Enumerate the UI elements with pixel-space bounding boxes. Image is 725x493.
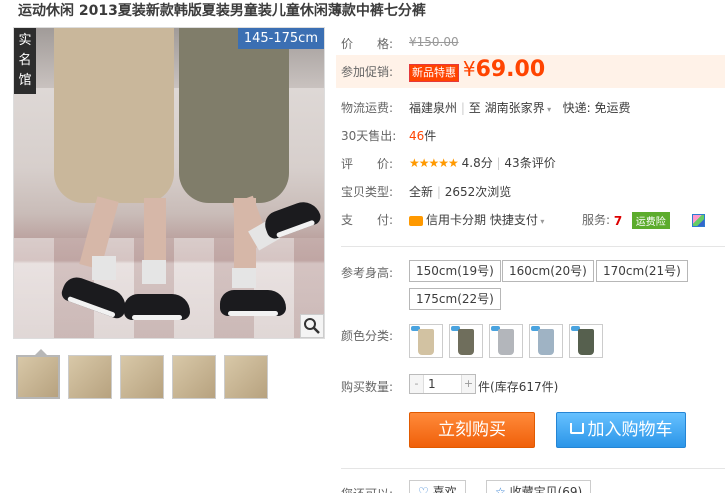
sock (232, 268, 256, 288)
khaki-shorts (54, 28, 174, 203)
quantity-increase-button[interactable]: + (461, 375, 475, 393)
rating-info: ★★★★★ 4.8分 | 43条评价 (409, 156, 556, 170)
quick-pay-link[interactable]: 快捷支付 (490, 213, 538, 227)
sales-count: 46 (409, 129, 425, 143)
stock-info: 件(库存617件) (478, 378, 558, 395)
shipping-fee: 快递: 免运费 (562, 101, 631, 115)
price-label: 价 格: (341, 37, 394, 51)
color-swatch (538, 329, 554, 355)
size-option[interactable]: 160cm(20号) (502, 260, 594, 282)
section-divider (341, 246, 725, 247)
thumbnail[interactable] (120, 355, 164, 399)
thumbnail[interactable] (16, 355, 60, 399)
ship-to-prefix: 至 (468, 101, 481, 115)
item-type-label: 宝贝类型: (341, 185, 394, 199)
sneaker (124, 294, 190, 320)
color-swatch (498, 329, 514, 355)
shipping-label: 物流运费: (341, 101, 394, 115)
add-to-cart-button[interactable]: 加入购物车 (556, 412, 686, 448)
brand-tag: 实名馆 (14, 28, 36, 94)
item-condition: 全新 (409, 185, 434, 199)
shipping-info: 福建泉州 | 至 湖南张家界 ▾ 快递: 免运费 (409, 99, 630, 116)
quantity-stepper: - + (409, 374, 476, 394)
heart-icon: ♡ (418, 485, 433, 493)
buy-now-label: 立刻购买 (438, 420, 506, 440)
service-label: 服务: (582, 213, 611, 227)
quantity-label: 购买数量: (341, 380, 394, 394)
color-label: 颜色分类: (341, 329, 394, 343)
currency-symbol: ¥ (462, 57, 476, 81)
olive-shorts (179, 28, 289, 203)
main-product-image[interactable]: 实名馆 145-175cm (13, 27, 325, 339)
payment-info: 信用卡分期 快捷支付 ▾ (409, 211, 544, 228)
sock (142, 260, 166, 284)
sneaker (261, 197, 323, 241)
section-divider (341, 468, 725, 469)
payment-label: 支 付: (341, 213, 394, 227)
color-swatch (578, 329, 594, 355)
rating-label: 评 价: (341, 157, 394, 171)
promo-badge: 新品特惠 (409, 64, 459, 82)
star-rating-icon: ★★★★★ (409, 156, 459, 170)
promo-price-group: 新品特惠 ¥69.00 (409, 57, 545, 82)
sales-unit: 件 (424, 129, 437, 143)
ship-separator: | (460, 101, 465, 115)
quantity-input[interactable] (425, 375, 462, 393)
promo-label: 参加促销: (341, 65, 394, 79)
share-label: 您还可以: (341, 485, 393, 493)
review-count-link[interactable]: 43条评价 (504, 156, 555, 170)
sales-label: 30天售出: (341, 129, 397, 143)
size-range-tag: 145-175cm (237, 28, 324, 49)
product-title: 运动休闲 2013夏装新款韩版夏装男童装儿童休闲薄款中裤七分裤 (18, 3, 426, 19)
size-option[interactable]: 175cm(22号) (409, 288, 501, 310)
sales-info: 46件 (409, 127, 436, 144)
service-badge-icon[interactable] (691, 214, 705, 227)
color-option[interactable] (489, 324, 523, 358)
favorite-label: 喜欢 (432, 485, 457, 493)
favorite-button[interactable]: ♡ 喜欢 (409, 480, 466, 493)
ship-from: 福建泉州 (409, 101, 458, 115)
credit-card-icon (409, 215, 423, 226)
thumbnail[interactable] (224, 355, 268, 399)
cart-icon (569, 423, 584, 434)
color-swatch (458, 329, 474, 355)
size-option[interactable]: 150cm(19号) (409, 260, 501, 282)
ship-to-select[interactable]: 湖南张家界 ▾ (485, 101, 552, 115)
add-to-cart-label: 加入购物车 (587, 420, 673, 440)
background-floor (14, 238, 324, 338)
shipping-insurance-badge[interactable]: 运费险 (631, 212, 670, 229)
thumbnail[interactable] (68, 355, 112, 399)
thumbnail[interactable] (172, 355, 216, 399)
chevron-down-icon[interactable]: ▾ (538, 217, 544, 226)
color-option[interactable] (409, 324, 443, 358)
magnifier-icon[interactable] (300, 314, 324, 338)
size-option[interactable]: 170cm(21号) (596, 260, 688, 282)
color-option[interactable] (529, 324, 563, 358)
original-price: ¥150.00 (409, 35, 459, 49)
color-option[interactable] (569, 324, 603, 358)
installment-link[interactable]: 信用卡分期 (426, 213, 486, 227)
service-info: 服务: 7 运费险 (582, 211, 705, 229)
stock-count: (库存617件) (490, 380, 559, 394)
color-option[interactable] (449, 324, 483, 358)
collect-button[interactable]: ☆ 收藏宝贝(69) (486, 480, 592, 493)
seven-day-return-icon[interactable]: 7 (614, 214, 628, 228)
star-icon: ☆ (495, 485, 510, 493)
view-count: 2652次浏览 (444, 185, 512, 199)
sock (92, 256, 116, 280)
color-swatch (418, 329, 434, 355)
sneaker (220, 290, 286, 316)
ship-to: 湖南张家界 (484, 101, 545, 115)
current-price: 69.00 (475, 57, 546, 82)
quantity-unit: 件 (478, 380, 491, 394)
collect-label: 收藏宝贝(69) (509, 485, 583, 493)
item-type-info: 全新 | 2652次浏览 (409, 185, 512, 199)
rating-score: 4.8分 (461, 156, 493, 170)
buy-now-button[interactable]: 立刻购买 (409, 412, 535, 448)
quantity-decrease-button[interactable]: - (410, 375, 424, 393)
size-label: 参考身高: (341, 266, 394, 280)
chevron-down-icon: ▾ (544, 105, 552, 114)
